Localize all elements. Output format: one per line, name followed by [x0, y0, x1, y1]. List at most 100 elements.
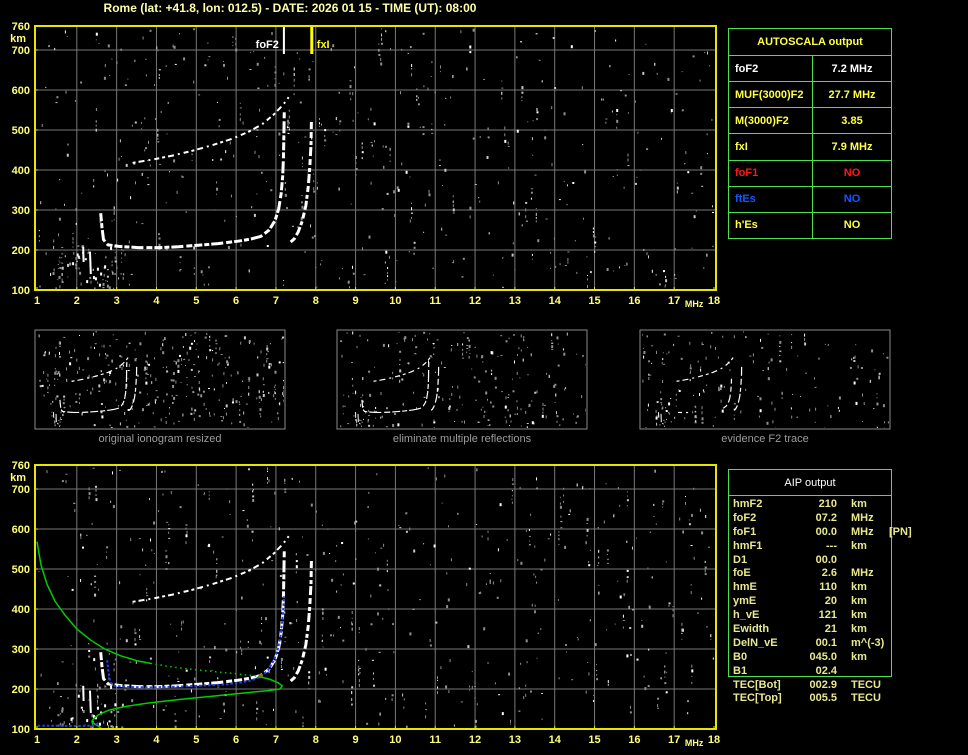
- param-label: foF1: [729, 160, 813, 186]
- e-region-dot: [359, 423, 361, 425]
- thumbnail-border: [336, 329, 588, 430]
- x-tick-label: 9: [353, 734, 359, 746]
- x-tick-label: 14: [549, 295, 562, 307]
- x-tick-label: 13: [509, 734, 521, 746]
- e-region-dot: [59, 421, 61, 423]
- param-unit: km: [851, 609, 867, 622]
- param-unit: km: [851, 581, 867, 594]
- f2-ordinary-trace: [99, 549, 286, 689]
- profile-ionogram-plot: 1 2 3 4 5 6 7 8 9 10 11 12 13 14 15 16 17 18MHz1002003004…: [10, 460, 720, 748]
- e-region-dot: [663, 419, 665, 421]
- top-ionogram-plot: foF2 fxI1 2 3 4 5 6 7 8 9 10 11 12 13 14 15 16 17 18MHz100…: [10, 21, 720, 309]
- autoscala-output-table: AUTOSCALA output foF2 7.2 MHz MUF(3000)F2 2…: [728, 28, 892, 239]
- aip-table-rows: hmF2 210 km foF2 07.2 MHz foF1 00.0 MHz [PN] hmF1 -…: [733, 497, 912, 705]
- param-label: foF1: [733, 525, 757, 538]
- param-label: ymE: [733, 595, 757, 608]
- param-value: 110: [819, 581, 837, 594]
- y-tick-label: 300: [12, 205, 30, 217]
- x-tick-label: 15: [588, 734, 600, 746]
- aip-row-hmF1: hmF1 --- km: [733, 539, 889, 553]
- param-unit: MHz: [851, 567, 874, 580]
- x-tick-label: 17: [668, 734, 680, 746]
- param-value: 27.7 MHz: [828, 88, 876, 101]
- thumbnail-caption-evidence: evidence F2 trace: [721, 433, 809, 445]
- x-tick-label: 7: [273, 734, 279, 746]
- e-region-dot: [664, 421, 666, 423]
- param-value: 00.0: [815, 553, 837, 566]
- e-region-dot: [94, 277, 97, 281]
- aip-row-h_vE: h_vE 121 km: [733, 608, 889, 622]
- e-region-dot: [86, 719, 89, 723]
- e-region-dot: [59, 425, 61, 427]
- e-region-dot: [96, 267, 99, 271]
- autoscala-row-foF2: foF2 7.2 MHz: [729, 56, 891, 83]
- e-region-dot: [656, 415, 658, 417]
- param-label: MUF(3000)F2: [729, 82, 813, 108]
- y-tick-label: 400: [12, 165, 30, 177]
- x-tick-label: 2: [74, 734, 80, 746]
- e-region-dot: [662, 423, 664, 425]
- param-value: NO: [843, 167, 861, 180]
- param-label: B0: [733, 650, 748, 663]
- param-value: NO: [843, 193, 861, 206]
- param-value: 07.2: [815, 511, 837, 524]
- aip-table-title: AIP output: [729, 470, 891, 496]
- e-region-dot: [92, 276, 95, 280]
- e-region-dot: [54, 424, 56, 426]
- param-value: 00.1: [815, 636, 837, 649]
- x-tick-label: 1: [34, 734, 40, 746]
- x-axis-unit: MHz: [685, 738, 704, 748]
- param-value: 3.85: [841, 114, 863, 127]
- x-tick-label: 10: [389, 295, 401, 307]
- e-region-dot: [662, 422, 663, 424]
- param-value: 210: [818, 497, 837, 510]
- foF2-marker-label: foF2: [256, 39, 279, 51]
- aip-row-hmE: hmE 110 km: [733, 580, 889, 594]
- e-region-dot: [110, 685, 113, 689]
- autoscala-row-fxI: fxI 7.9 MHz: [729, 134, 891, 161]
- aip-row-TEC[Top]: TEC[Top] 005.5 TECU: [733, 691, 889, 705]
- y-tick-label: 100: [12, 724, 30, 736]
- y-tick-label: 500: [12, 125, 30, 137]
- e-region-dot: [98, 283, 101, 287]
- param-label: ftEs: [729, 186, 813, 212]
- param-label: h_vE: [733, 609, 760, 622]
- param-value: NO: [843, 219, 861, 232]
- e-region-dot: [365, 412, 367, 414]
- param-unit: km: [851, 650, 867, 663]
- param-label: foE: [733, 567, 751, 580]
- param-unit: km: [851, 595, 867, 608]
- param-value: 2.6: [821, 567, 837, 580]
- y-tick-label: 100: [12, 285, 30, 297]
- param-unit: MHz: [851, 525, 874, 538]
- e-region-trace: [89, 251, 92, 275]
- aip-row-foF1: foF1 00.0 MHz [PN]: [733, 525, 912, 539]
- x-tick-label: 5: [193, 295, 199, 307]
- x-tick-label: 13: [509, 295, 521, 307]
- x-tick-label: 7: [273, 295, 279, 307]
- x-tick-label: 11: [429, 734, 441, 746]
- e-region-dot: [359, 422, 360, 424]
- thumbnail-2: [336, 329, 588, 430]
- y-tick-label: 700: [12, 45, 30, 57]
- autoscala-screen: Rome (lat: +41.8, lon: 012.5) - DATE: 20…: [0, 0, 968, 755]
- autoscala-table-rows: foF2 7.2 MHz MUF(3000)F2 27.7 MHz M(3000)F2 3…: [729, 56, 891, 238]
- x-tick-label: 16: [628, 734, 640, 746]
- e-region-dot: [666, 418, 667, 421]
- x-tick-label: 18: [708, 734, 720, 746]
- x-tick-label: 18: [708, 295, 720, 307]
- restored-trace: [106, 596, 285, 689]
- x-tick-label: 5: [193, 734, 199, 746]
- x-tick-label: 6: [233, 734, 239, 746]
- e-region-dot: [100, 272, 103, 276]
- param-label: Ewidth: [733, 622, 770, 635]
- e-region-dot: [353, 415, 355, 417]
- thumbnail-caption-eliminate: eliminate multiple reflections: [392, 433, 532, 445]
- x-tick-label: 10: [389, 734, 401, 746]
- y-tick-label: 200: [12, 684, 30, 696]
- param-label: TEC[Top]: [733, 692, 782, 705]
- y-axis-unit: km: [10, 472, 26, 484]
- plot-area: [36, 466, 715, 728]
- fit-point-marker: [258, 674, 263, 679]
- x-tick-label: 12: [469, 734, 481, 746]
